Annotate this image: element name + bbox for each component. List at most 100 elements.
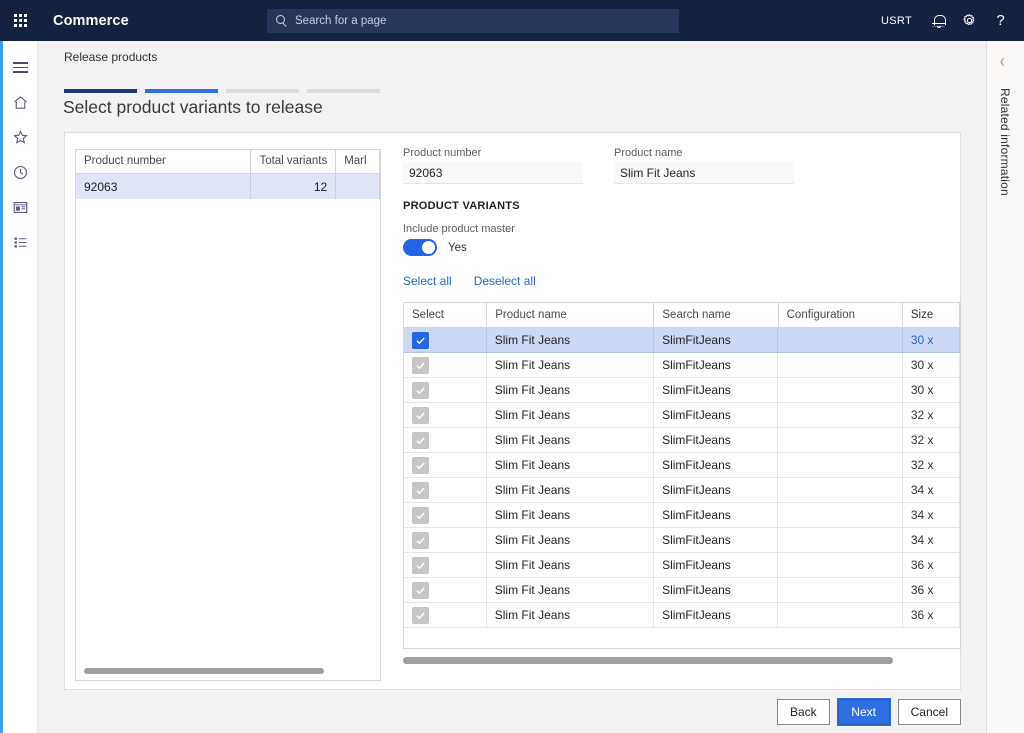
wizard-footer: Back Next Cancel — [64, 690, 961, 733]
cell-configuration — [778, 503, 902, 527]
product-number-input[interactable]: 92063 — [403, 162, 583, 184]
table-row[interactable]: Slim Fit JeansSlimFitJeans 30 x — [404, 378, 960, 403]
sidebar-item-hamburger-menu[interactable] — [3, 50, 38, 85]
settings-button[interactable] — [954, 0, 985, 41]
column-header-search-name[interactable]: Search name — [654, 303, 778, 327]
list-icon — [12, 234, 29, 251]
main-content: Release products Select product variants… — [38, 41, 986, 733]
app-launcher-button[interactable] — [0, 0, 41, 41]
table-row[interactable]: Slim Fit JeansSlimFitJeans30 x — [404, 353, 960, 378]
sidebar-item-workspaces[interactable] — [3, 190, 38, 225]
row-checkbox[interactable] — [412, 432, 429, 449]
cell-product-name: Slim Fit Jeans — [487, 528, 654, 552]
include-product-master-toggle[interactable]: Yes — [403, 239, 467, 256]
column-header-market[interactable]: Marl — [336, 150, 380, 173]
row-checkbox[interactable] — [412, 607, 429, 624]
cell-product-name: Slim Fit Jeans — [487, 553, 654, 577]
table-row[interactable]: Slim Fit JeansSlimFitJeans36 x — [404, 553, 960, 578]
row-checkbox[interactable] — [412, 557, 429, 574]
variants-table: Select Product name Search name Configur… — [403, 302, 961, 649]
row-checkbox[interactable] — [412, 407, 429, 424]
cell-configuration — [778, 353, 902, 377]
cell-search-name: SlimFitJeans — [654, 603, 778, 627]
select-all-link[interactable]: Select all — [403, 274, 452, 288]
back-button[interactable]: Back — [777, 699, 830, 725]
toggle-value-label: Yes — [448, 242, 467, 254]
table-row[interactable]: Slim Fit JeansSlimFitJeans30 x — [404, 328, 960, 353]
sidebar-item-favorites[interactable] — [3, 120, 38, 155]
column-header-select[interactable]: Select — [404, 303, 487, 327]
row-checkbox[interactable] — [412, 532, 429, 549]
user-menu-button[interactable]: USRT — [870, 0, 923, 41]
search-input[interactable]: Search for a page — [267, 9, 679, 33]
cell-search-name: SlimFitJeans — [654, 553, 778, 577]
table-row[interactable]: Slim Fit JeansSlimFitJeans36 x — [404, 578, 960, 603]
sidebar-item-modules[interactable] — [3, 225, 38, 260]
cell-select — [404, 503, 487, 527]
breadcrumb[interactable]: Release products — [64, 50, 157, 64]
column-header-configuration[interactable]: Configuration — [779, 303, 903, 327]
cell-product-number: 92063 — [76, 174, 251, 199]
table-row[interactable]: Slim Fit JeansSlimFitJeans34 x — [404, 528, 960, 553]
column-header-total-variants[interactable]: Total variants — [251, 150, 336, 173]
cell-search-name: SlimFitJeans — [654, 453, 778, 477]
deselect-all-link[interactable]: Deselect all — [474, 274, 536, 288]
table-row[interactable]: Slim Fit JeansSlimFitJeans32 x — [404, 453, 960, 478]
cell-search-name: SlimFitJeans — [654, 428, 778, 452]
cell-product-name: Slim Fit Jeans — [487, 603, 654, 627]
variants-table-body: Slim Fit JeansSlimFitJeans30 xSlim Fit J… — [404, 328, 960, 628]
column-header-size[interactable]: Size — [903, 303, 960, 327]
cell-select — [404, 603, 487, 627]
table-row[interactable]: Slim Fit JeansSlimFitJeans32 x — [404, 428, 960, 453]
cell-size: 36 x — [903, 578, 960, 602]
row-checkbox[interactable] — [412, 332, 429, 349]
column-header-product-name[interactable]: Product name — [487, 303, 654, 327]
row-checkbox[interactable] — [412, 582, 429, 599]
row-checkbox[interactable] — [412, 507, 429, 524]
top-navigation-bar: Commerce Search for a page USRT ? — [0, 0, 1024, 41]
row-checkbox[interactable] — [412, 382, 429, 399]
cell-configuration — [778, 578, 902, 602]
product-variants-section-title: PRODUCT VARIANTS — [403, 200, 520, 212]
selection-links: Select all Deselect all — [403, 274, 536, 288]
cell-select — [404, 478, 487, 502]
product-name-input[interactable]: Slim Fit Jeans — [614, 162, 794, 184]
cell-select — [404, 528, 487, 552]
star-icon — [12, 129, 29, 146]
row-checkbox[interactable] — [412, 457, 429, 474]
wizard-step-1 — [64, 89, 137, 93]
related-information-title[interactable]: Related information — [998, 88, 1012, 196]
product-number-label: Product number — [403, 147, 583, 159]
notifications-button[interactable] — [923, 0, 954, 41]
cell-configuration — [778, 328, 902, 352]
table-row[interactable]: Slim Fit JeansSlimFitJeans36 x — [404, 603, 960, 628]
toggle-switch[interactable] — [403, 239, 437, 256]
row-checkbox[interactable] — [412, 357, 429, 374]
sidebar-item-home[interactable] — [3, 85, 38, 120]
cell-size: 32 x — [903, 453, 960, 477]
table-row[interactable]: Slim Fit JeansSlimFitJeans34 x — [404, 478, 960, 503]
cell-configuration — [778, 403, 902, 427]
variant-details-pane: Product number 92063 Product name Slim F… — [403, 147, 961, 691]
cell-product-name: Slim Fit Jeans — [487, 378, 654, 402]
cell-search-name: SlimFitJeans — [654, 378, 778, 402]
table-row[interactable]: Slim Fit JeansSlimFitJeans32 x — [404, 403, 960, 428]
workspace-icon — [12, 199, 29, 216]
cancel-button[interactable]: Cancel — [898, 699, 961, 725]
table-row[interactable]: 92063 12 — [76, 174, 380, 200]
column-header-product-number[interactable]: Product number — [76, 150, 251, 173]
help-button[interactable]: ? — [985, 0, 1016, 41]
cell-select — [404, 328, 487, 352]
bell-icon — [932, 14, 945, 28]
cell-size: 30 x — [903, 378, 960, 402]
cell-configuration — [778, 553, 902, 577]
sidebar-item-recent[interactable] — [3, 155, 38, 190]
table-row[interactable]: Slim Fit JeansSlimFitJeans34 x — [404, 503, 960, 528]
next-button[interactable]: Next — [838, 699, 890, 725]
variants-table-horizontal-scrollbar[interactable] — [403, 657, 961, 664]
chevron-left-icon[interactable]: ‹ — [1000, 50, 1004, 71]
wizard-step-4 — [307, 89, 380, 93]
product-list-horizontal-scrollbar[interactable] — [84, 668, 324, 674]
row-checkbox[interactable] — [412, 482, 429, 499]
cell-search-name: SlimFitJeans — [654, 503, 778, 527]
